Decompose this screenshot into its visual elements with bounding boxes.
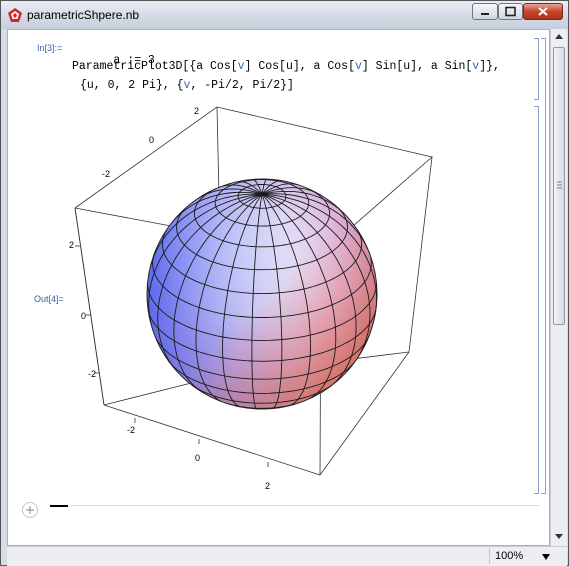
- scroll-down-icon: [555, 534, 563, 539]
- cell-insert-icon: [26, 506, 34, 514]
- minimize-button[interactable]: [472, 3, 498, 20]
- scroll-up-button[interactable]: [551, 29, 567, 45]
- cell-insert-button[interactable]: [22, 502, 38, 518]
- tick-label: -2: [88, 369, 96, 379]
- maximize-icon: [505, 6, 516, 17]
- status-bar: 100%: [7, 546, 567, 566]
- app-icon: [8, 8, 22, 22]
- status-divider: [489, 548, 490, 564]
- tick-label: 0: [195, 453, 200, 463]
- window-title: parametricShpere.nb: [27, 8, 140, 22]
- vertical-scrollbar[interactable]: [550, 29, 567, 546]
- zoom-level[interactable]: 100%: [495, 550, 523, 562]
- close-button[interactable]: [523, 3, 563, 20]
- tick-label: 2: [194, 106, 199, 116]
- tick-label: -2: [127, 425, 135, 435]
- scroll-down-button[interactable]: [551, 528, 567, 544]
- sphere-surface: [146, 178, 378, 410]
- tick-label: 2: [265, 481, 270, 491]
- cell-insertion-line: [50, 505, 68, 507]
- tick-label: 0: [81, 311, 86, 321]
- title-bar[interactable]: parametricShpere.nb: [1, 1, 568, 29]
- close-icon: [538, 7, 548, 16]
- grip-icon: [557, 181, 562, 189]
- maximize-button[interactable]: [498, 3, 523, 20]
- zoom-dropdown-icon[interactable]: [541, 552, 551, 562]
- tick-label: -2: [102, 169, 110, 179]
- notebook-window: parametricShpere.nb In[3]:= a := 3 Param…: [0, 0, 569, 566]
- minimize-icon: [481, 13, 489, 15]
- tick-label: 0: [149, 135, 154, 145]
- parametric-plot-3d[interactable]: 2 0 -2 2 0 -2 -2 0 2: [8, 30, 549, 510]
- notebook-content[interactable]: In[3]:= a := 3 ParametricPlot3D[{a Cos[v…: [7, 29, 550, 546]
- cell-insertion-rule: [70, 505, 540, 506]
- scrollbar-thumb[interactable]: [553, 47, 565, 325]
- tick-label: 2: [69, 240, 74, 250]
- scroll-up-icon: [555, 34, 563, 39]
